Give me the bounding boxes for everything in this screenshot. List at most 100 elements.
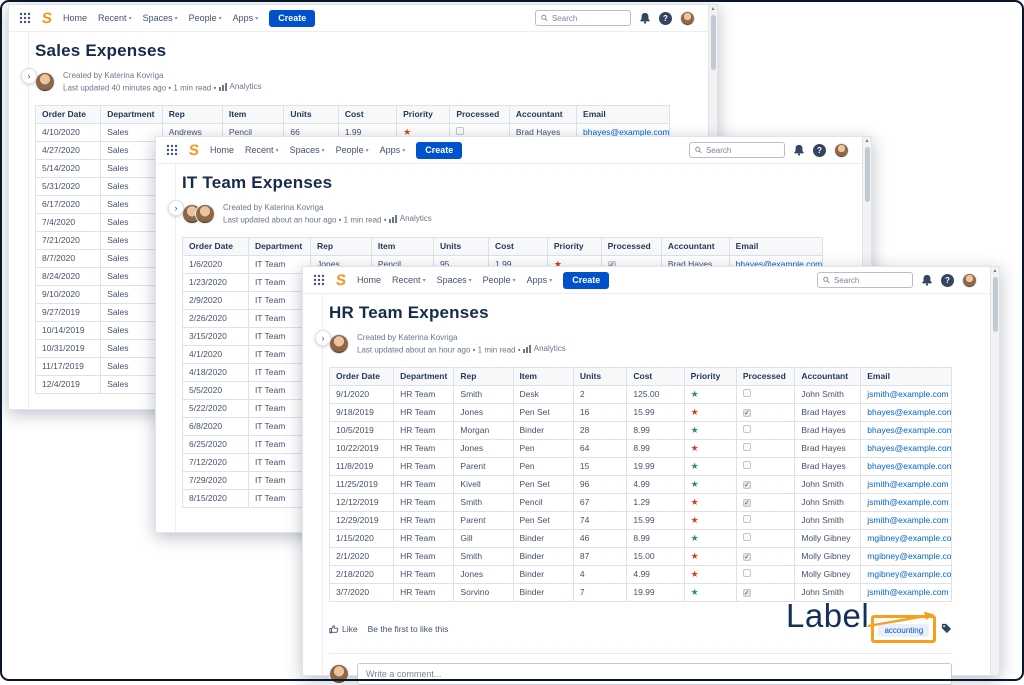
cell-priority: ★ <box>684 403 736 421</box>
tag-icon[interactable] <box>941 623 952 634</box>
profile-avatar[interactable] <box>834 143 849 158</box>
author-avatar[interactable] <box>35 72 55 92</box>
nav-home[interactable]: Home <box>210 145 234 155</box>
cell-date: 9/10/2020 <box>36 285 101 303</box>
email-link[interactable]: bhayes@example.com <box>867 443 951 453</box>
col-department: Department <box>248 237 310 255</box>
create-button[interactable]: Create <box>563 272 609 289</box>
processed-checkbox[interactable] <box>743 515 751 523</box>
search-icon <box>541 14 548 22</box>
cell-dept: Sales <box>101 213 162 231</box>
cell-date: 10/22/2019 <box>330 439 394 457</box>
notifications-bell-icon[interactable] <box>921 274 933 286</box>
cell-date: 6/8/2020 <box>183 417 249 435</box>
help-icon[interactable]: ? <box>941 274 954 287</box>
email-link[interactable]: bhayes@example.com <box>867 461 951 471</box>
contributor-avatar[interactable] <box>195 204 215 224</box>
processed-checkbox[interactable] <box>743 461 751 469</box>
email-link[interactable]: mgibney@example.com <box>867 569 951 579</box>
table-header-row: Order Date Department Rep Item Units Cos… <box>330 367 952 385</box>
scrollbar-thumb[interactable] <box>865 147 870 202</box>
processed-checkbox[interactable] <box>743 533 751 541</box>
sidebar-expand-button[interactable]: › <box>21 68 37 84</box>
cell-processed: ✓ <box>736 403 794 421</box>
email-link[interactable]: mgibney@example.com <box>867 551 951 561</box>
analytics-link[interactable]: Analytics <box>219 81 262 92</box>
table-row: 9/18/2019HR TeamJonesPen Set1615.99★✓Bra… <box>330 403 952 421</box>
nav-people[interactable]: People▾ <box>483 275 516 285</box>
processed-checkbox[interactable] <box>743 425 751 433</box>
processed-checkbox[interactable]: ✓ <box>743 409 751 417</box>
scroll-up-icon[interactable]: ▲ <box>991 268 999 274</box>
like-button[interactable]: Like <box>329 624 358 634</box>
profile-avatar[interactable] <box>680 11 695 26</box>
chevron-down-icon: ▾ <box>423 278 426 284</box>
help-icon[interactable]: ? <box>659 12 672 25</box>
cell-date: 4/1/2020 <box>183 345 249 363</box>
processed-checkbox[interactable] <box>743 389 751 397</box>
comment-input[interactable] <box>357 663 952 685</box>
email-link[interactable]: jsmith@example.com <box>867 479 948 489</box>
nav-recent[interactable]: Recent▾ <box>98 13 132 23</box>
search-box[interactable] <box>689 142 785 158</box>
sidebar-expand-button[interactable]: › <box>168 200 184 216</box>
notifications-bell-icon[interactable] <box>793 144 805 156</box>
processed-checkbox[interactable]: ✓ <box>743 553 751 561</box>
page-title: HR Team Expenses <box>329 303 985 323</box>
search-input[interactable] <box>552 14 625 23</box>
nav-spaces[interactable]: Spaces▾ <box>290 145 325 155</box>
email-link[interactable]: mgibney@example.com <box>867 533 951 543</box>
nav-people[interactable]: People▾ <box>336 145 369 155</box>
nav-recent[interactable]: Recent▾ <box>245 145 279 155</box>
brand-logo[interactable]: S <box>188 143 200 158</box>
processed-checkbox[interactable] <box>743 569 751 577</box>
app-switcher-icon[interactable] <box>166 144 178 156</box>
vertical-scrollbar[interactable]: ▲ <box>990 267 999 675</box>
notifications-bell-icon[interactable] <box>639 12 651 24</box>
app-switcher-icon[interactable] <box>313 274 325 286</box>
email-link[interactable]: jsmith@example.com <box>867 587 948 597</box>
col-units: Units <box>284 105 338 123</box>
analytics-link[interactable]: Analytics <box>523 343 566 354</box>
create-button[interactable]: Create <box>416 142 462 159</box>
nav-apps[interactable]: Apps▾ <box>527 275 553 285</box>
scroll-up-icon[interactable]: ▲ <box>709 6 717 12</box>
email-link[interactable]: jsmith@example.com <box>867 389 948 399</box>
analytics-link[interactable]: Analytics <box>389 213 432 224</box>
processed-checkbox[interactable] <box>743 443 751 451</box>
search-input[interactable] <box>834 276 907 285</box>
search-box[interactable] <box>535 10 631 26</box>
col-cost: Cost <box>488 237 547 255</box>
nav-people[interactable]: People▾ <box>189 13 222 23</box>
create-button[interactable]: Create <box>269 10 315 27</box>
nav-home[interactable]: Home <box>357 275 381 285</box>
help-icon[interactable]: ? <box>813 144 826 157</box>
profile-avatar[interactable] <box>962 273 977 288</box>
processed-checkbox[interactable]: ✓ <box>743 481 751 489</box>
processed-checkbox[interactable]: ✓ <box>743 499 751 507</box>
email-link[interactable]: bhayes@example.com <box>867 407 951 417</box>
scrollbar-thumb[interactable] <box>711 15 716 70</box>
nav-apps[interactable]: Apps▾ <box>233 13 259 23</box>
processed-checkbox[interactable] <box>456 127 464 135</box>
email-link[interactable]: jsmith@example.com <box>867 497 948 507</box>
email-link[interactable]: jsmith@example.com <box>867 515 948 525</box>
nav-recent[interactable]: Recent▾ <box>392 275 426 285</box>
nav-spaces[interactable]: Spaces▾ <box>143 13 178 23</box>
brand-logo[interactable]: S <box>41 11 53 26</box>
scrollbar-thumb[interactable] <box>993 277 998 332</box>
author-avatar[interactable] <box>329 334 349 354</box>
email-link[interactable]: bhayes@example.com <box>867 425 951 435</box>
sidebar-expand-button[interactable]: › <box>315 330 331 346</box>
scroll-up-icon[interactable]: ▲ <box>863 138 871 144</box>
nav-home[interactable]: Home <box>63 13 87 23</box>
brand-logo[interactable]: S <box>335 273 347 288</box>
processed-checkbox[interactable]: ✓ <box>743 589 751 597</box>
nav-apps[interactable]: Apps▾ <box>380 145 406 155</box>
cell-dept: HR Team <box>394 511 454 529</box>
nav-spaces[interactable]: Spaces▾ <box>437 275 472 285</box>
search-input[interactable] <box>706 146 779 155</box>
cell-date: 1/23/2020 <box>183 273 249 291</box>
search-box[interactable] <box>817 272 913 288</box>
app-switcher-icon[interactable] <box>19 12 31 24</box>
